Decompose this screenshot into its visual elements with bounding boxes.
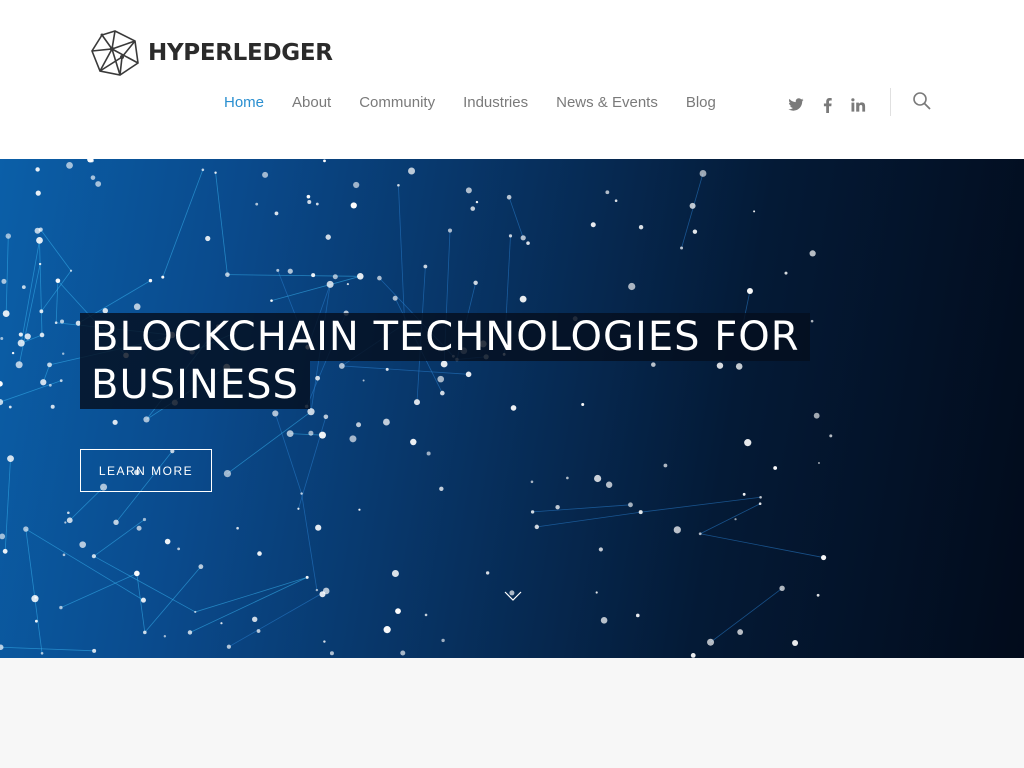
facebook-icon[interactable]	[817, 95, 837, 115]
nav-item-industries[interactable]: Industries	[463, 93, 528, 113]
linkedin-icon[interactable]	[848, 95, 868, 115]
header-divider	[890, 88, 891, 116]
main-nav: Home About Community Industries News & E…	[224, 93, 744, 113]
content-area	[0, 658, 1024, 768]
twitter-icon[interactable]	[786, 95, 806, 115]
site-header: HYPERLEDGER Home About Community Industr…	[0, 0, 1024, 159]
hero-title-line-1: BLOCKCHAIN TECHNOLOGIES FOR	[80, 313, 811, 361]
chevron-down-icon[interactable]	[503, 589, 523, 603]
logo[interactable]: HYPERLEDGER	[90, 29, 333, 77]
logo-text: HYPERLEDGER	[148, 40, 333, 66]
social-links	[786, 95, 879, 115]
hyperledger-logo-icon	[91, 30, 139, 76]
nav-item-about[interactable]: About	[292, 93, 331, 113]
hero-title: BLOCKCHAIN TECHNOLOGIES FOR BUSINESS	[80, 313, 880, 409]
nav-item-home[interactable]: Home	[224, 93, 264, 113]
search-icon[interactable]	[912, 91, 932, 111]
nav-item-community[interactable]: Community	[359, 93, 435, 113]
nav-item-blog[interactable]: Blog	[686, 93, 716, 113]
learn-more-button[interactable]: LEARN MORE	[80, 449, 212, 492]
hero-title-line-2: BUSINESS	[80, 361, 310, 409]
hero-banner: BLOCKCHAIN TECHNOLOGIES FOR BUSINESS LEA…	[0, 159, 1024, 658]
nav-item-news-events[interactable]: News & Events	[556, 93, 658, 113]
